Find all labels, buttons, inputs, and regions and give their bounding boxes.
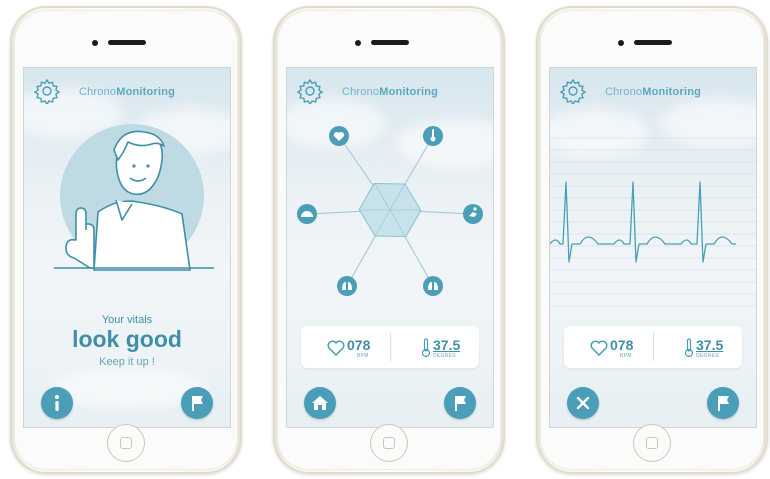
heart-rate-unit: BPM [357,353,369,359]
app-title: ChronoMonitoring [550,86,756,98]
earpiece-speaker [371,40,409,45]
card-divider [390,333,391,361]
app-title-suffix: Monitoring [642,86,702,98]
front-camera [92,40,98,46]
home-button[interactable] [107,424,145,462]
home-nav-button[interactable] [304,387,336,419]
flag-button[interactable] [444,387,476,419]
message-line3: Keep it up ! [99,356,155,368]
temperature-unit: DEGRES [696,353,719,359]
lungs-node[interactable] [337,276,357,296]
info-icon [55,395,59,411]
message-line1: Your vitals [101,314,153,326]
earpiece-speaker [108,40,146,45]
top-bar: ChronoMonitoring [24,78,230,106]
flag-button[interactable] [181,387,213,419]
heart-rate-value: 078 [347,337,371,353]
flag-icon [718,396,729,411]
phone-ecg: ChronoMonitoring 078 BPM 37.5 DEGRES [536,6,768,474]
vitals-hexagon-radar [297,126,483,296]
hexagon-screen: ChronoMonitoring 078 BPM 37.5 DEGRES [286,67,494,428]
vitals-card: 078 BPM 37.5 DEGRES [301,326,479,368]
phone-hexagon: ChronoMonitoring 078 BPM 37.5 DEGRES [273,6,505,474]
flag-icon [455,396,466,411]
heart-icon [590,340,608,356]
lungs-node[interactable] [423,276,443,296]
heart-rate-value: 078 [610,337,634,353]
card-divider [653,333,654,361]
earpiece-speaker [634,40,672,45]
ecg-chart [550,137,756,307]
close-icon [576,396,590,410]
status-screen: ChronoMonitoring Your vitals look good K… [23,67,231,428]
heart-icon [327,340,345,356]
info-button[interactable] [41,387,73,419]
app-title: ChronoMonitoring [287,86,493,98]
thermometer-icon [421,338,431,358]
thermometer-icon [684,338,694,358]
heart-rate-unit: BPM [620,353,632,359]
flag-icon [192,396,203,411]
close-button[interactable] [567,387,599,419]
phone-status: ChronoMonitoring Your vitals look good K… [10,6,242,474]
temperature-unit: DEGRES [433,353,456,359]
front-camera [618,40,624,46]
top-bar: ChronoMonitoring [550,78,756,106]
home-icon [312,396,328,410]
app-title-prefix: Chrono [78,86,117,98]
home-button[interactable] [633,424,671,462]
temperature-value: 37.5 [696,337,724,353]
happy-person-illustration [54,124,214,282]
flag-button[interactable] [707,387,739,419]
temperature-value: 37.5 [433,337,461,353]
app-title-suffix: Monitoring [379,86,439,98]
app-title-prefix: Chrono [604,86,643,98]
front-camera [355,40,361,46]
app-title-prefix: Chrono [341,86,380,98]
message-line2: look good [72,326,182,352]
vitals-card: 078 BPM 37.5 DEGRES [564,326,742,368]
app-title: ChronoMonitoring [24,86,230,98]
home-button[interactable] [370,424,408,462]
top-bar: ChronoMonitoring [287,78,493,106]
ecg-screen: ChronoMonitoring 078 BPM 37.5 DEGRES [549,67,757,428]
app-title-suffix: Monitoring [116,86,176,98]
